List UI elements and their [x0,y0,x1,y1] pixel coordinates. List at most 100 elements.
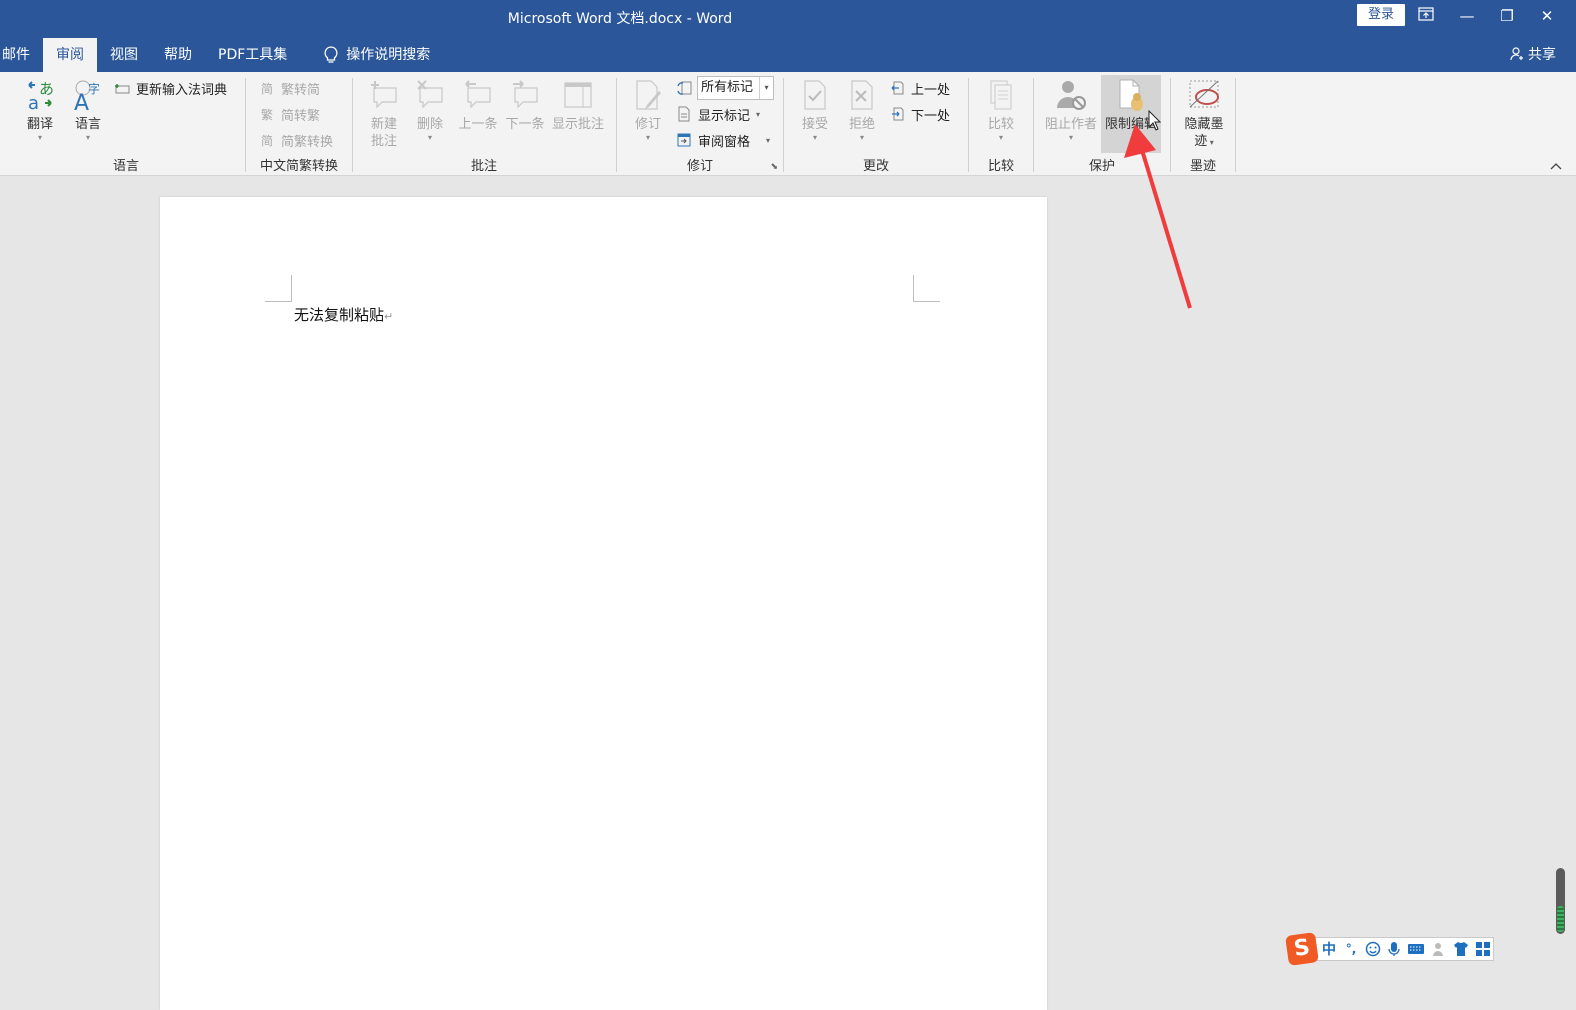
tab-mailings[interactable]: 邮件 [0,38,43,72]
delete-comment-button[interactable]: 删除 ▾ [410,76,450,143]
minimize-icon: — [1459,7,1475,25]
close-button[interactable]: ✕ [1527,2,1567,30]
group-label-chinese-conversion: 中文简繁转换 [259,159,338,174]
trad-to-simp-icon: 简 [260,81,273,96]
compare-button[interactable]: 比较 ▾ [979,76,1023,143]
skin-icon[interactable] [1453,941,1469,957]
track-changes-label: 修订 [634,117,661,132]
margin-corner-top-left [265,275,292,302]
ime-mode-toggle[interactable]: 中 [1321,939,1337,959]
tab-review[interactable]: 审阅 [43,38,97,72]
volume-indicator [1556,868,1565,934]
previous-change-icon [889,80,905,96]
reviewing-pane-icon [676,132,692,148]
person-add-icon [1510,47,1523,61]
reject-label: 拒绝 [848,117,875,132]
svg-text:字: 字 [88,81,100,96]
trad-to-simp-button[interactable]: 简 繁转简 [259,77,320,99]
collapse-ribbon-button[interactable] [1550,159,1562,173]
dropdown-arrow-icon: ▾ [1068,133,1073,142]
restore-button[interactable]: ❐ [1487,2,1527,30]
dropdown-arrow-icon: ▾ [427,133,432,142]
tab-pdf-tools[interactable]: PDF工具集 [205,38,300,72]
display-for-review-icon-wrap [676,77,692,99]
previous-change-label: 上一处 [911,82,951,98]
previous-change-button[interactable]: 上一处 [889,77,950,99]
minimize-button[interactable]: — [1447,2,1487,30]
tab-view[interactable]: 视图 [97,38,151,72]
restore-icon: ❐ [1500,7,1514,25]
login-button[interactable]: 登录 [1357,4,1405,26]
chevron-down-icon: ▾ [759,77,773,99]
keyboard-icon[interactable] [1407,942,1425,956]
delete-comment-label: 删除 [416,117,443,132]
hide-ink-button[interactable]: 隐藏墨 迹 ▾ [1176,76,1232,151]
group-label-compare: 比较 [987,159,1014,174]
dropdown-arrow-icon: ▾ [859,133,864,142]
translate-icon: aあ [23,76,57,114]
emoji-icon[interactable] [1365,941,1381,957]
group-separator [616,78,617,172]
group-separator [1033,78,1034,172]
share-button[interactable]: 共享 [1510,44,1556,64]
translate-button[interactable]: aあ 翻译 ▾ [18,76,62,143]
next-comment-button[interactable]: 下一条 [502,76,548,133]
show-markup-label: 显示标记 [698,108,751,124]
markup-select[interactable]: 所有标记 ▾ [697,76,774,100]
group-label-changes: 更改 [862,159,889,174]
simp-to-trad-label: 简转繁 [281,108,321,124]
next-comment-label: 下一条 [505,117,545,132]
user-icon[interactable] [1431,941,1447,957]
toolbox-icon[interactable] [1475,941,1491,957]
language-button[interactable]: 字A 语言 ▾ [66,76,110,143]
reject-button[interactable]: 拒绝 ▾ [841,76,883,143]
group-comments: 新建 批注 删除 ▾ 上一条 下一条 显示批注 批注 [354,72,614,176]
previous-comment-icon [461,76,495,114]
ribbon-display-icon [1418,7,1434,21]
track-changes-button[interactable]: 修订 ▾ [628,76,668,143]
paragraph-text: 无法复制粘贴 [294,306,385,324]
accept-icon [798,76,832,114]
block-authors-button[interactable]: 阻止作者 ▾ [1041,76,1101,143]
simp-trad-convert-button[interactable]: 简 简繁转换 [259,129,333,151]
markup-select-value: 所有标记 [701,80,754,95]
tab-help[interactable]: 帮助 [151,38,205,72]
ribbon-display-options-button[interactable] [1406,2,1446,30]
show-comments-label: 显示批注 [551,117,604,132]
new-comment-icon [367,76,401,114]
simp-to-trad-button[interactable]: 繁 简转繁 [259,103,320,125]
svg-text:a: a [28,93,39,111]
block-authors-icon [1054,76,1088,114]
group-separator [1170,78,1171,172]
update-ime-dictionary-button[interactable]: 更新输入法词典 [114,77,227,99]
dialog-launcher-icon[interactable]: ⬊ [770,162,778,172]
microphone-icon[interactable] [1387,941,1401,957]
next-change-icon [889,106,905,122]
next-change-button[interactable]: 下一处 [889,103,950,125]
group-label-ink: 墨迹 [1189,159,1216,174]
svg-text:A: A [74,91,89,111]
tell-me-search[interactable]: 操作说明搜索 [300,38,430,72]
translate-label: 翻译 [26,117,53,132]
ribbon: aあ 翻译 ▾ 字A 语言 ▾ 更新输入法词典 语言 简 繁转简 繁 简转繁 简… [0,72,1576,176]
tell-me-label: 操作说明搜索 [346,47,431,63]
show-markup-button[interactable]: 显示标记 ▾ [676,103,760,125]
accept-button[interactable]: 接受 ▾ [793,76,837,143]
sogou-logo-icon[interactable]: S [1285,932,1319,966]
previous-comment-button[interactable]: 上一条 [455,76,501,133]
ime-punctuation-toggle[interactable]: °, [1343,942,1359,956]
document-paragraph[interactable]: 无法复制粘贴↵ [294,304,393,325]
track-changes-icon [631,76,665,114]
dictionary-update-icon [114,80,130,96]
document-page[interactable]: 无法复制粘贴↵ [160,197,1047,1010]
hide-ink-label-2: 迹 [1194,134,1208,149]
reviewing-pane-label: 审阅窗格 [698,134,751,150]
new-comment-button[interactable]: 新建 批注 [364,76,404,150]
show-comments-button[interactable]: 显示批注 [549,76,607,133]
show-markup-icon [676,106,692,122]
reviewing-pane-button[interactable]: 审阅窗格 ▾ [676,129,770,151]
group-language: aあ 翻译 ▾ 字A 语言 ▾ 更新输入法词典 语言 [8,72,244,176]
dropdown-arrow-icon: ▾ [812,133,817,142]
lightbulb-icon [324,46,338,63]
group-chinese-conversion: 简 繁转简 繁 简转繁 简 简繁转换 中文简繁转换 [247,72,351,176]
